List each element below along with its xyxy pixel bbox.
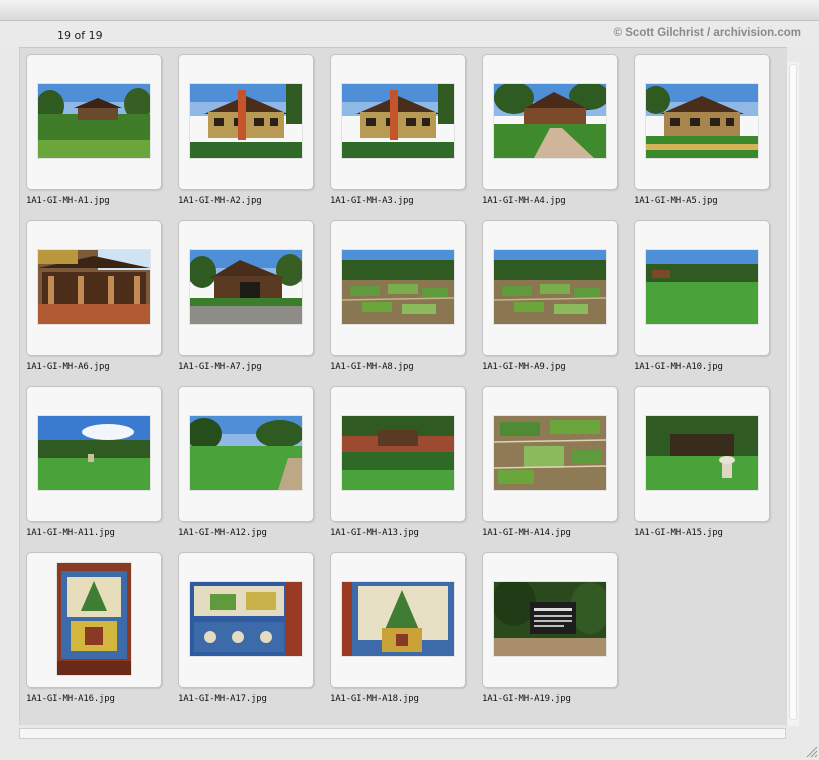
thumbnail-frame[interactable]: [634, 54, 770, 190]
thumbnail-filename: 1A1-GI-MH-A16.jpg: [26, 694, 115, 704]
thumbnail-frame[interactable]: [26, 386, 162, 522]
thumbnail-frame[interactable]: [634, 386, 770, 522]
thumbnail-frame[interactable]: [178, 552, 314, 688]
thumbnail-cell[interactable]: 1A1-GI-MH-A19.jpg: [476, 546, 618, 706]
thumbnail-filename: 1A1-GI-MH-A3.jpg: [330, 196, 414, 206]
thumbnail-frame[interactable]: [330, 54, 466, 190]
thumbnail-image[interactable]: [494, 250, 606, 324]
thumbnail-image[interactable]: [494, 416, 606, 490]
thumbnail-image[interactable]: [190, 416, 302, 490]
thumbnail-cell[interactable]: 1A1-GI-MH-A12.jpg: [172, 380, 314, 540]
thumbnail-frame[interactable]: [26, 552, 162, 688]
thumbnail-cell[interactable]: 1A1-GI-MH-A9.jpg: [476, 214, 618, 374]
thumbnail-image[interactable]: [342, 84, 454, 158]
viewer-header: 19 of 19 © Scott Gilchrist / archivision…: [0, 21, 819, 46]
resize-grip-icon[interactable]: [804, 744, 818, 758]
image-count: 19 of 19: [57, 29, 103, 42]
thumbnail-filename: 1A1-GI-MH-A18.jpg: [330, 694, 419, 704]
thumbnail-filename: 1A1-GI-MH-A1.jpg: [26, 196, 110, 206]
thumbnail-frame[interactable]: [482, 552, 618, 688]
thumbnail-image[interactable]: [342, 582, 454, 656]
thumbnail-cell[interactable]: 1A1-GI-MH-A5.jpg: [628, 48, 770, 208]
thumbnail-cell[interactable]: 1A1-GI-MH-A7.jpg: [172, 214, 314, 374]
thumbnail-frame[interactable]: [178, 386, 314, 522]
thumbnail-frame[interactable]: [26, 220, 162, 356]
thumbnail-cell[interactable]: 1A1-GI-MH-A1.jpg: [20, 48, 162, 208]
thumbnail-cell[interactable]: 1A1-GI-MH-A3.jpg: [324, 48, 466, 208]
thumbnail-filename: 1A1-GI-MH-A14.jpg: [482, 528, 571, 538]
thumbnail-frame[interactable]: [330, 386, 466, 522]
thumbnail-frame[interactable]: [482, 386, 618, 522]
thumbnail-cell[interactable]: 1A1-GI-MH-A10.jpg: [628, 214, 770, 374]
thumbnail-image[interactable]: [494, 582, 606, 656]
thumbnail-cell[interactable]: 1A1-GI-MH-A18.jpg: [324, 546, 466, 706]
thumbnail-image[interactable]: [57, 563, 131, 675]
thumbnail-filename: 1A1-GI-MH-A2.jpg: [178, 196, 262, 206]
thumbnail-frame[interactable]: [330, 220, 466, 356]
thumbnail-cell[interactable]: 1A1-GI-MH-A17.jpg: [172, 546, 314, 706]
thumbnail-filename: 1A1-GI-MH-A4.jpg: [482, 196, 566, 206]
thumbnail-cell[interactable]: 1A1-GI-MH-A13.jpg: [324, 380, 466, 540]
thumbnail-cell[interactable]: 1A1-GI-MH-A4.jpg: [476, 48, 618, 208]
thumbnail-filename: 1A1-GI-MH-A19.jpg: [482, 694, 571, 704]
thumbnail-filename: 1A1-GI-MH-A12.jpg: [178, 528, 267, 538]
thumbnail-filename: 1A1-GI-MH-A15.jpg: [634, 528, 723, 538]
scrollbar-thumb[interactable]: [789, 64, 797, 720]
thumbnail-frame[interactable]: [330, 552, 466, 688]
thumbnail-image[interactable]: [494, 84, 606, 158]
thumbnail-filename: 1A1-GI-MH-A9.jpg: [482, 362, 566, 372]
copyright-notice: © Scott Gilchrist / archivision.com: [613, 27, 801, 39]
thumbnail-filename: 1A1-GI-MH-A5.jpg: [634, 196, 718, 206]
thumbnail-image[interactable]: [646, 250, 758, 324]
thumbnail-filename: 1A1-GI-MH-A13.jpg: [330, 528, 419, 538]
thumbnail-cell[interactable]: 1A1-GI-MH-A8.jpg: [324, 214, 466, 374]
thumbnail-cell[interactable]: 1A1-GI-MH-A6.jpg: [20, 214, 162, 374]
thumbnail-image[interactable]: [190, 250, 302, 324]
thumbnail-filename: 1A1-GI-MH-A11.jpg: [26, 528, 115, 538]
thumbnail-filename: 1A1-GI-MH-A6.jpg: [26, 362, 110, 372]
thumbnail-image[interactable]: [38, 416, 150, 490]
thumbnail-image[interactable]: [342, 416, 454, 490]
thumbnail-image[interactable]: [38, 84, 150, 158]
thumbnail-filename: 1A1-GI-MH-A10.jpg: [634, 362, 723, 372]
thumbnail-frame[interactable]: [482, 220, 618, 356]
thumbnail-filename: 1A1-GI-MH-A8.jpg: [330, 362, 414, 372]
thumbnail-cell[interactable]: 1A1-GI-MH-A14.jpg: [476, 380, 618, 540]
thumbnail-cell[interactable]: 1A1-GI-MH-A2.jpg: [172, 48, 314, 208]
thumbnail-frame[interactable]: [178, 54, 314, 190]
thumbnail-frame[interactable]: [26, 54, 162, 190]
thumbnail-frame[interactable]: [634, 220, 770, 356]
thumbnail-image[interactable]: [646, 416, 758, 490]
thumbnail-image[interactable]: [190, 582, 302, 656]
window-top-bar: [0, 0, 819, 21]
thumbnail-filename: 1A1-GI-MH-A17.jpg: [178, 694, 267, 704]
thumbnail-image[interactable]: [646, 84, 758, 158]
thumbnail-cell[interactable]: 1A1-GI-MH-A16.jpg: [20, 546, 162, 706]
thumbnail-cell[interactable]: 1A1-GI-MH-A15.jpg: [628, 380, 770, 540]
thumbnail-image[interactable]: [342, 250, 454, 324]
thumbnail-filename: 1A1-GI-MH-A7.jpg: [178, 362, 262, 372]
thumbnail-image[interactable]: [38, 250, 150, 324]
thumbnail-image[interactable]: [190, 84, 302, 158]
thumbnail-frame[interactable]: [482, 54, 618, 190]
thumbnail-frame[interactable]: [178, 220, 314, 356]
vertical-scrollbar[interactable]: [786, 62, 799, 726]
thumbnail-cell[interactable]: 1A1-GI-MH-A11.jpg: [20, 380, 162, 540]
horizontal-scrollbar[interactable]: [19, 728, 786, 739]
